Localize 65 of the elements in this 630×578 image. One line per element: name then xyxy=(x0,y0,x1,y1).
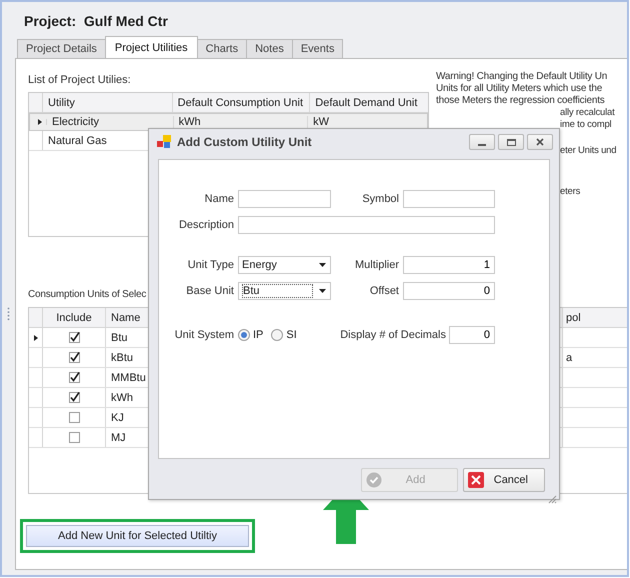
table-cell: kWh xyxy=(178,116,201,128)
cancel-button[interactable]: Cancel xyxy=(462,468,545,492)
tab[interactable]: Project Utilities xyxy=(104,36,198,58)
minimize-button[interactable] xyxy=(469,134,495,150)
maximize-icon xyxy=(506,138,516,146)
description-field[interactable] xyxy=(238,216,495,234)
tab[interactable]: Events xyxy=(292,39,344,58)
window-title: Project: Gulf Med Ctr xyxy=(23,12,169,31)
checkbox[interactable] xyxy=(68,392,80,403)
warning-text: those Meters the regression coefficients xyxy=(436,95,606,107)
name-field[interactable] xyxy=(238,190,331,208)
tab[interactable]: Project Details xyxy=(17,39,106,58)
grip-icon[interactable] xyxy=(7,307,10,321)
field-label: Unit Type xyxy=(186,259,234,271)
field-label: Unit System xyxy=(174,329,234,341)
grid-caption: Consumption Units of Selec xyxy=(28,289,146,302)
warning-text: eter Units und xyxy=(559,145,618,157)
resize-grip-icon[interactable] xyxy=(548,495,557,504)
close-button[interactable] xyxy=(527,134,553,150)
column-header[interactable]: Include xyxy=(43,308,106,327)
column-header[interactable]: Utility xyxy=(43,93,173,112)
field-label: Symbol xyxy=(361,193,399,205)
warning-text: eters xyxy=(559,186,582,198)
table-cell: kW xyxy=(313,116,329,128)
unit-type-dropdown[interactable]: Energy xyxy=(238,256,331,274)
warning-text: ime to compl xyxy=(559,119,612,131)
field-label: Offset xyxy=(368,285,399,297)
multiplier-field[interactable]: 1 xyxy=(403,256,495,274)
decimals-field[interactable]: 0 xyxy=(449,326,495,344)
dialog-title: Add Custom Utility Unit xyxy=(177,135,312,149)
symbol-field[interactable] xyxy=(403,190,495,208)
radio-option[interactable]: SI xyxy=(271,329,297,341)
field-label: Display # of Decimals xyxy=(340,329,446,341)
field-label: Base Unit xyxy=(185,285,234,297)
checkbox[interactable] xyxy=(68,432,80,443)
checkbox[interactable] xyxy=(68,412,80,423)
warning-text: Warning! Changing the Default Utility Un xyxy=(436,71,608,83)
caret-icon xyxy=(319,289,326,293)
offset-field[interactable]: 0 xyxy=(403,282,495,300)
column-header[interactable]: Default Consumption Unit xyxy=(172,93,310,112)
field-label: Description xyxy=(178,219,234,231)
tab[interactable]: Notes xyxy=(246,39,293,58)
app-icon xyxy=(157,135,171,149)
caret-icon xyxy=(319,263,326,267)
checkbox[interactable] xyxy=(68,372,80,383)
column-header[interactable]: Default Demand Unit xyxy=(310,93,428,112)
checkbox[interactable] xyxy=(68,332,80,343)
close-icon xyxy=(536,138,544,146)
table-cell: a xyxy=(566,352,572,364)
row-pointer-icon xyxy=(38,119,42,125)
row-pointer-icon xyxy=(34,334,38,340)
warning-text: ally recalculat xyxy=(559,107,616,119)
warning-text: Units for all Utility Meters which use the xyxy=(436,83,604,95)
maximize-button[interactable] xyxy=(498,134,524,150)
close-icon xyxy=(468,472,484,488)
add-new-unit-button[interactable]: Add New Unit for Selected Utiltiy xyxy=(26,525,249,547)
column-header[interactable]: pol xyxy=(563,308,627,327)
base-unit-dropdown[interactable]: Btu xyxy=(238,282,331,300)
radio-option[interactable]: IP xyxy=(238,329,264,341)
field-label: Name xyxy=(204,193,234,205)
field-label: Multiplier xyxy=(354,259,399,271)
tab[interactable]: Charts xyxy=(196,39,248,58)
grid-caption: List of Project Utilies: xyxy=(28,73,132,88)
checkbox[interactable] xyxy=(68,352,80,363)
check-icon xyxy=(366,472,382,488)
